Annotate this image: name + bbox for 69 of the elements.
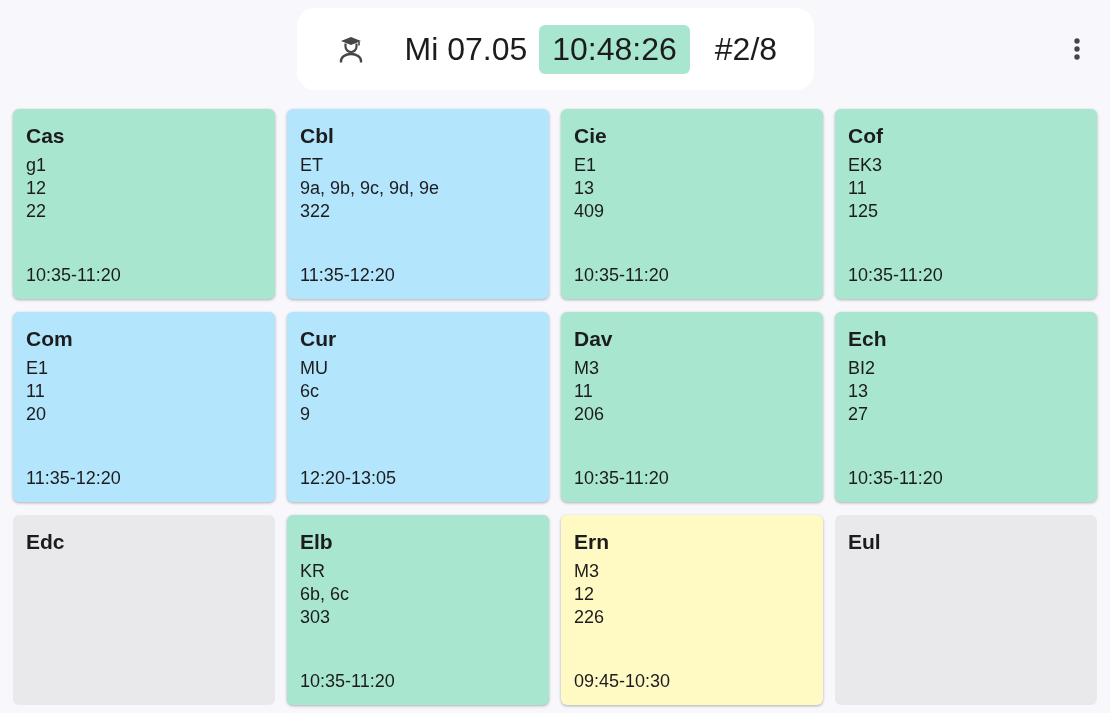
card-time: 09:45-10:30: [574, 670, 671, 693]
card-title: Cur: [300, 327, 337, 351]
card-detail: 322: [300, 200, 331, 223]
date-text: Mi 07.05: [404, 30, 528, 68]
timetable-card[interactable]: Com E1 11 20 11:35-12:20: [13, 312, 275, 502]
card-detail: 226: [574, 606, 605, 629]
card-time: 10:35-11:20: [300, 670, 395, 693]
card-title: Cof: [848, 124, 883, 148]
card-time: 11:35-12:20: [26, 467, 121, 490]
card-detail: 9: [300, 403, 310, 426]
card-detail: ET: [300, 154, 323, 177]
card-detail: 11: [848, 177, 867, 200]
card-time: 11:35-12:20: [300, 264, 395, 287]
timetable-card[interactable]: Cbl ET 9a, 9b, 9c, 9d, 9e 322 11:35-12:20: [287, 109, 549, 299]
card-detail: 303: [300, 606, 331, 629]
timetable-card[interactable]: Dav M3 11 206 10:35-11:20: [561, 312, 823, 502]
card-title: Elb: [300, 530, 333, 554]
card-detail: 125: [848, 200, 879, 223]
card-detail: E1: [26, 357, 49, 380]
card-detail: EK3: [848, 154, 883, 177]
card-detail: KR: [300, 560, 325, 583]
card-time: 10:35-11:20: [848, 264, 943, 287]
timetable-card[interactable]: Eul: [835, 515, 1097, 705]
clock-time: 10:48:26: [539, 24, 690, 74]
card-detail: g1: [26, 154, 47, 177]
card-title: Ern: [574, 530, 609, 554]
card-detail: 22: [26, 200, 47, 223]
graduate-person-icon[interactable]: [337, 35, 364, 63]
card-detail: 6c: [300, 380, 319, 403]
card-detail: 11: [26, 380, 45, 403]
timetable-card[interactable]: Cur MU 6c 9 12:20-13:05: [287, 312, 549, 502]
card-title: Cas: [26, 124, 65, 148]
card-time: 10:35-11:20: [574, 264, 669, 287]
card-detail: M3: [574, 357, 599, 380]
card-time: 10:35-11:20: [26, 264, 121, 287]
more-vertical-icon: [1074, 38, 1080, 60]
card-detail: 206: [574, 403, 605, 426]
card-detail: 13: [574, 177, 595, 200]
card-detail: 12: [574, 583, 595, 606]
card-detail: 6b, 6c: [300, 583, 350, 606]
card-detail: BI2: [848, 357, 876, 380]
card-time: 12:20-13:05: [300, 467, 397, 490]
card-title: Eul: [848, 530, 881, 554]
card-detail: 9a, 9b, 9c, 9d, 9e: [300, 177, 440, 200]
card-detail: MU: [300, 357, 328, 380]
card-detail: E1: [574, 154, 597, 177]
card-detail: 12: [26, 177, 47, 200]
card-detail: 13: [848, 380, 869, 403]
timetable-card[interactable]: Elb KR 6b, 6c 303 10:35-11:20: [287, 515, 549, 705]
card-detail: 27: [848, 403, 869, 426]
card-time: 10:35-11:20: [848, 467, 943, 490]
card-title: Dav: [574, 327, 613, 351]
page-counter: #2/8: [714, 30, 778, 68]
card-detail: 409: [574, 200, 605, 223]
card-title: Edc: [26, 530, 65, 554]
card-title: Ech: [848, 327, 887, 351]
timetable-card[interactable]: Ern M3 12 226 09:45-10:30: [561, 515, 823, 705]
card-title: Cbl: [300, 124, 334, 148]
card-detail: 20: [26, 403, 47, 426]
card-detail: M3: [574, 560, 599, 583]
timetable-card[interactable]: Cof EK3 11 125 10:35-11:20: [835, 109, 1097, 299]
timetable-card[interactable]: Ech BI2 13 27 10:35-11:20: [835, 312, 1097, 502]
card-detail: 11: [574, 380, 593, 403]
card-time: 10:35-11:20: [574, 467, 669, 490]
timetable-card[interactable]: Edc: [13, 515, 275, 705]
card-title: Cie: [574, 124, 607, 148]
timetable-card[interactable]: Cas g1 12 22 10:35-11:20: [13, 109, 275, 299]
card-title: Com: [26, 327, 73, 351]
timetable-card[interactable]: Cie E1 13 409 10:35-11:20: [561, 109, 823, 299]
